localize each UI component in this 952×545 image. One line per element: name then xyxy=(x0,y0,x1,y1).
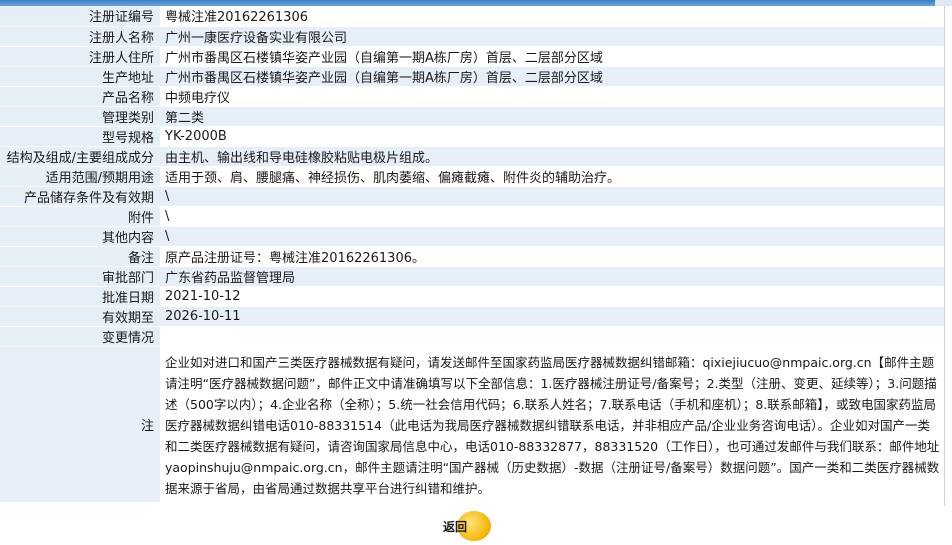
back-button[interactable]: 返回 xyxy=(443,511,491,541)
row-label: 生产地址 xyxy=(0,66,160,87)
row-value: 2021-10-12 xyxy=(160,286,944,307)
row-value: 粤械注准20162261306 xyxy=(160,6,944,27)
row-label: 适用范围/预期用途 xyxy=(0,166,160,187)
row-label: 变更情况 xyxy=(0,326,160,347)
back-button-label: 返回 xyxy=(443,520,468,534)
right-edge xyxy=(945,6,952,545)
note-text: 企业如对进口和国产三类医疗器械数据有疑问，请发送邮件至国家药监局医疗器械数据纠错… xyxy=(165,354,940,496)
note-label: 注 xyxy=(0,346,160,503)
detail-row: 有效期至 2026-10-11 xyxy=(0,306,944,327)
row-label: 附件 xyxy=(0,206,160,227)
detail-row: 适用范围/预期用途 适用于颈、肩、腰腿痛、神经损伤、肌肉萎缩、偏瘫截瘫、附件炎的辅… xyxy=(0,166,944,187)
row-value: 由主机、输出线和导电硅橡胶粘贴电极片组成。 xyxy=(160,146,944,167)
row-value: \ xyxy=(160,206,944,227)
detail-row: 附件 \ xyxy=(0,206,944,227)
row-label: 审批部门 xyxy=(0,266,160,287)
row-label: 注册人住所 xyxy=(0,46,160,67)
detail-row: 产品储存条件及有效期 \ xyxy=(0,186,944,207)
row-label: 产品名称 xyxy=(0,86,160,107)
row-label: 备注 xyxy=(0,246,160,267)
detail-row: 管理类别 第二类 xyxy=(0,106,944,127)
note-row: 注 企业如对进口和国产三类医疗器械数据有疑问，请发送邮件至国家药监局医疗器械数据… xyxy=(0,346,944,503)
detail-row: 注册人住所 广州市番禺区石楼镇华姿产业园（自编第一期A栋厂房）首层、二层部分区域 xyxy=(0,46,944,67)
row-value: 广州一康医疗设备实业有限公司 xyxy=(160,26,944,47)
row-label: 产品储存条件及有效期 xyxy=(0,186,160,207)
row-value: 广州市番禺区石楼镇华姿产业园（自编第一期A栋厂房）首层、二层部分区域 xyxy=(160,46,944,67)
detail-row: 生产地址 广州市番禺区石楼镇华姿产业园（自编第一期A栋厂房）首层、二层部分区域 xyxy=(0,66,944,87)
row-value: 2026-10-11 xyxy=(160,306,944,327)
row-label: 注册人名称 xyxy=(0,26,160,47)
detail-row: 产品名称 中频电疗仪 xyxy=(0,86,944,107)
row-value: 中频电疗仪 xyxy=(160,86,944,107)
row-label: 注册证编号 xyxy=(0,6,160,27)
detail-row: 审批部门 广东省药品监督管理局 xyxy=(0,266,944,287)
row-label: 批准日期 xyxy=(0,286,160,307)
detail-row: 注册人名称 广州一康医疗设备实业有限公司 xyxy=(0,26,944,47)
detail-row: 批准日期 2021-10-12 xyxy=(0,286,944,307)
row-value: YK-2000B xyxy=(160,126,944,147)
registration-detail-table: 注册证编号 粤械注准20162261306 注册人名称 广州一康医疗设备实业有限公司注… xyxy=(0,6,944,503)
row-value: 广州市番禺区石楼镇华姿产业园（自编第一期A栋厂房）首层、二层部分区域 xyxy=(160,66,944,87)
footer-area: 返回 xyxy=(0,507,944,545)
detail-row: 注册证编号 粤械注准20162261306 xyxy=(0,6,944,27)
row-value: 适用于颈、肩、腰腿痛、神经损伤、肌肉萎缩、偏瘫截瘫、附件炎的辅助治疗。 xyxy=(160,166,944,187)
row-value xyxy=(160,326,944,347)
row-value: 原产品注册证号：粤械注准20162261306。 xyxy=(160,246,944,267)
row-value: 广东省药品监督管理局 xyxy=(160,266,944,287)
row-label: 管理类别 xyxy=(0,106,160,127)
row-label: 其他内容 xyxy=(0,226,160,247)
detail-row: 备注 原产品注册证号：粤械注准20162261306。 xyxy=(0,246,944,267)
row-value: 第二类 xyxy=(160,106,944,127)
row-label: 有效期至 xyxy=(0,306,160,327)
row-label: 结构及组成/主要组成成分 xyxy=(0,146,160,167)
note-content: 企业如对进口和国产三类医疗器械数据有疑问，请发送邮件至国家药监局医疗器械数据纠错… xyxy=(160,346,944,503)
row-label: 型号规格 xyxy=(0,126,160,147)
detail-row: 结构及组成/主要组成成分 由主机、输出线和导电硅橡胶粘贴电极片组成。 xyxy=(0,146,944,167)
detail-row: 变更情况 xyxy=(0,326,944,347)
row-value: \ xyxy=(160,186,944,207)
detail-row: 其他内容 \ xyxy=(0,226,944,247)
detail-row: 型号规格 YK-2000B xyxy=(0,126,944,147)
row-value: \ xyxy=(160,226,944,247)
